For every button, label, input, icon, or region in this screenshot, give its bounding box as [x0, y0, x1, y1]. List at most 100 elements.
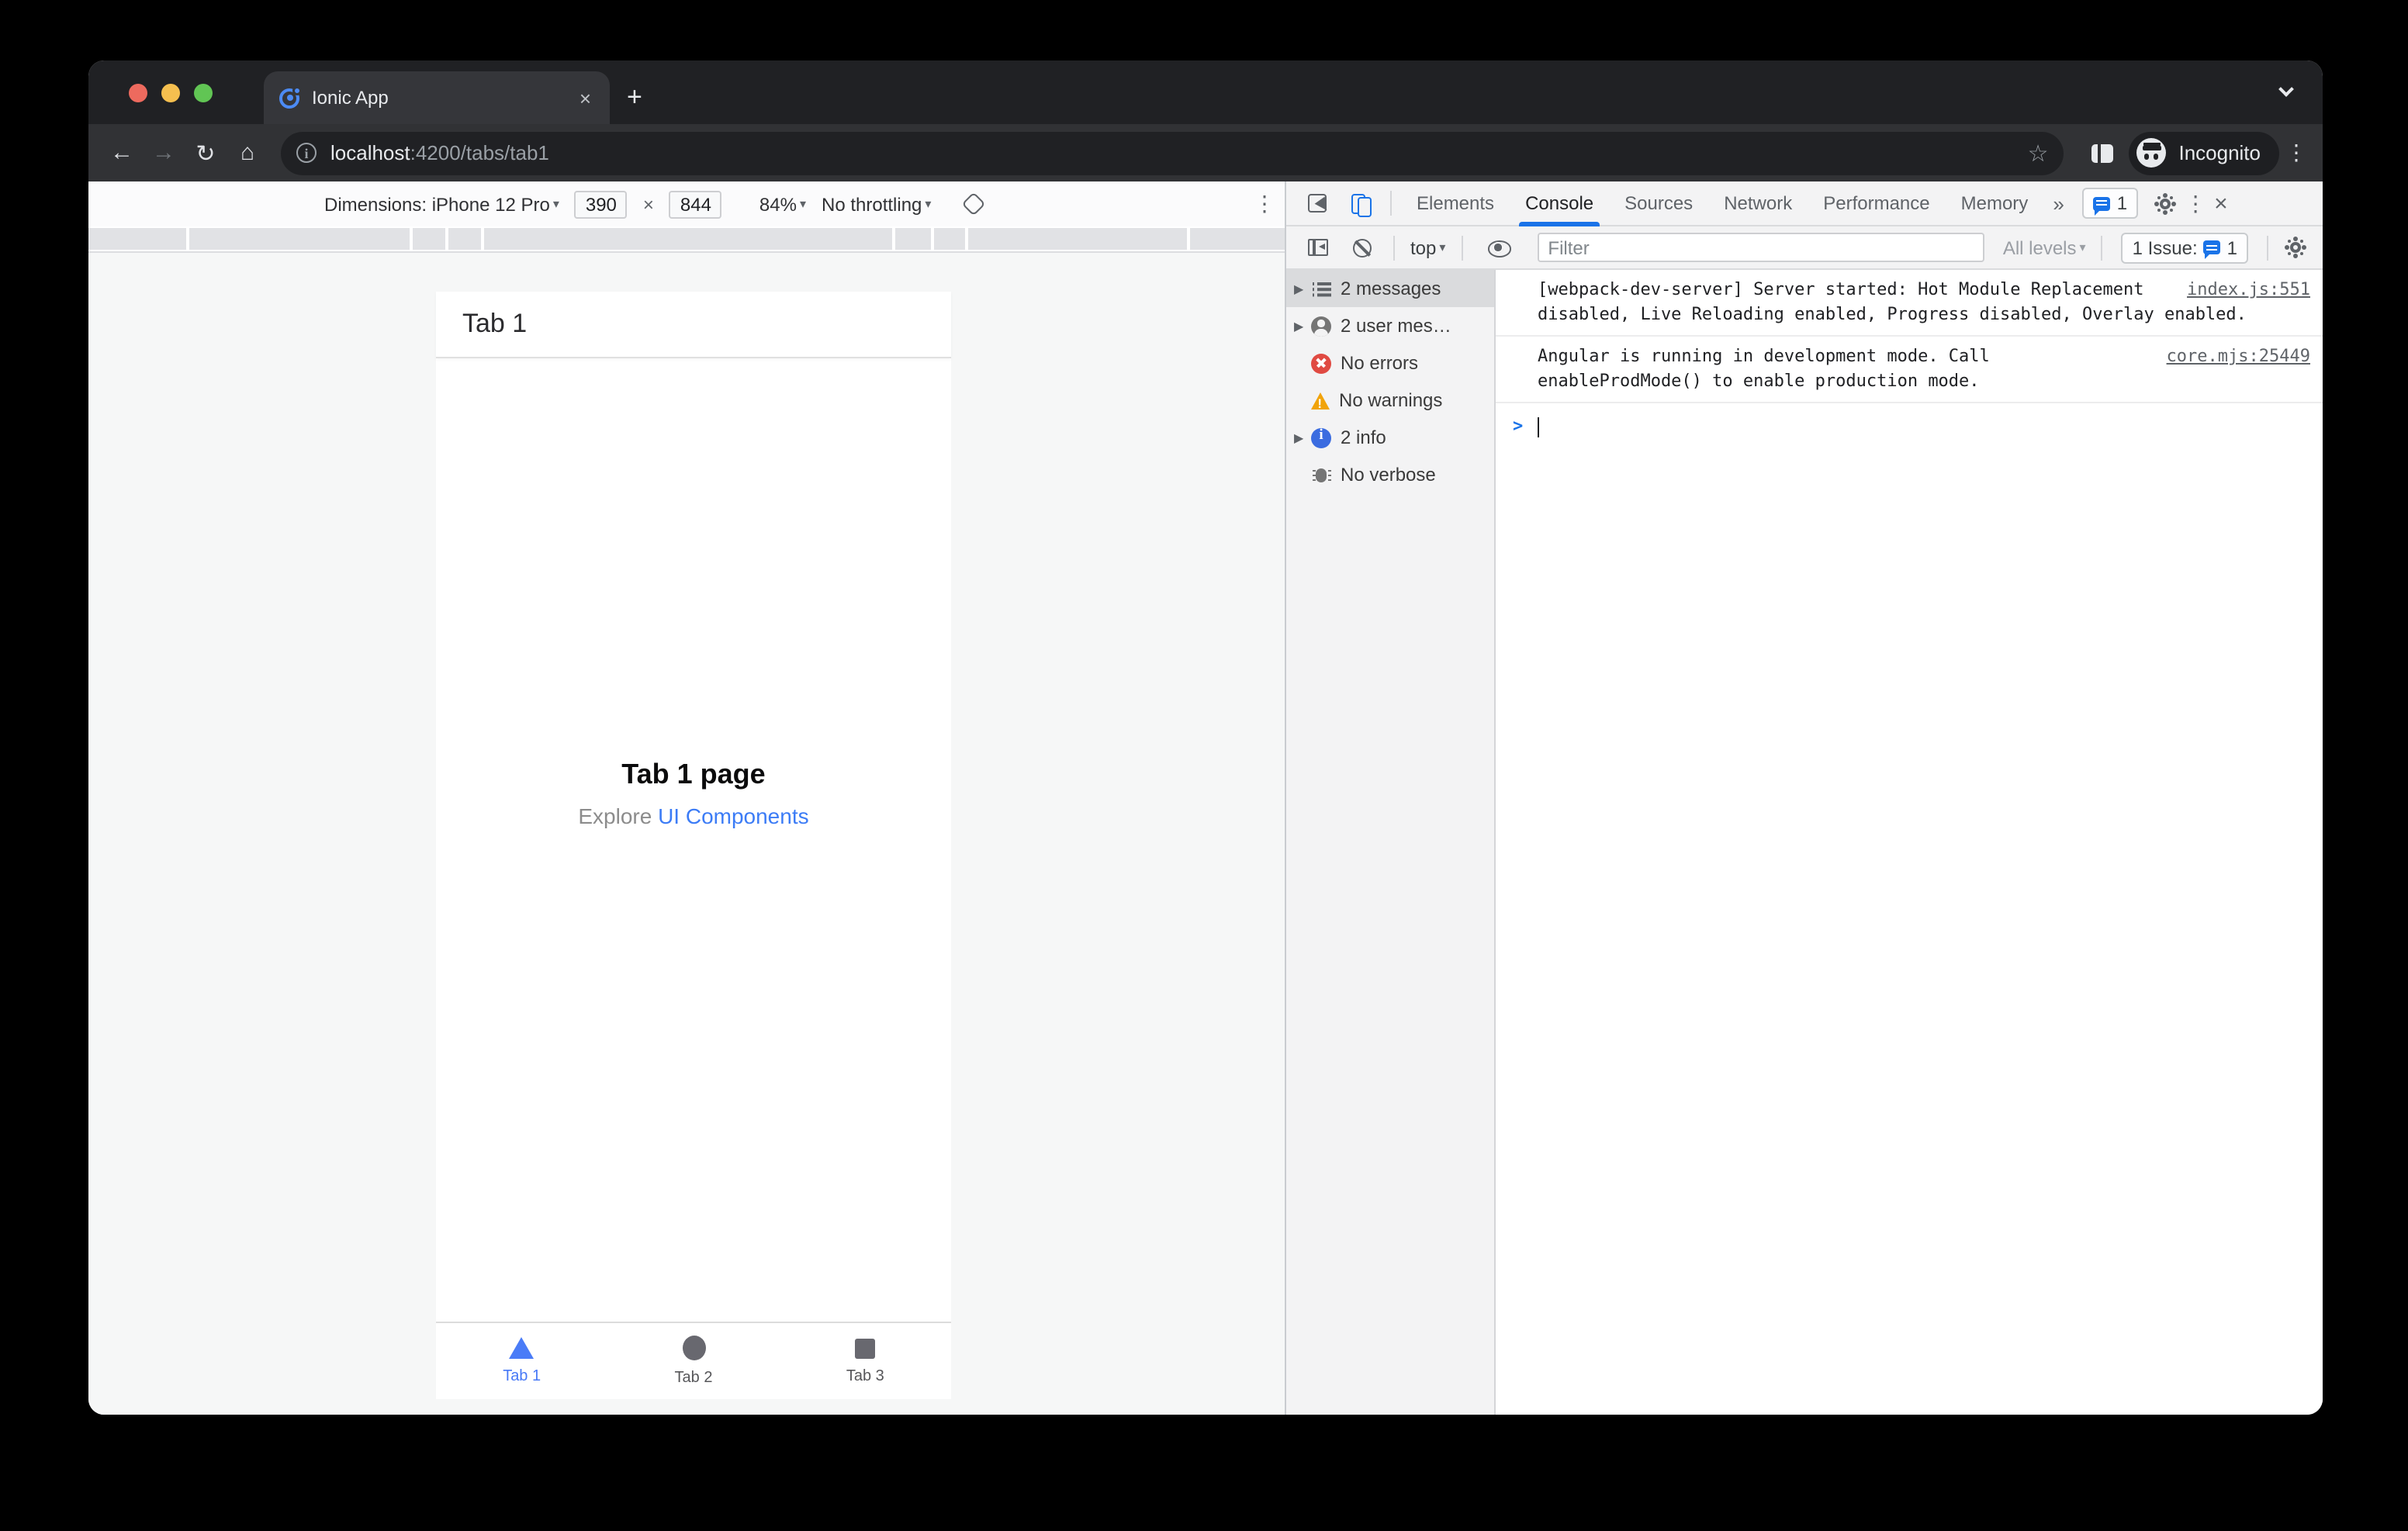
square-icon	[855, 1338, 876, 1358]
console-filter-input[interactable]	[1537, 233, 1984, 262]
ellipse-icon	[682, 1336, 705, 1360]
warning-icon	[1311, 392, 1330, 411]
console-messages: index.js:551 [webpack-dev-server] Server…	[1496, 270, 2323, 1415]
side-panel-icon[interactable]	[2091, 143, 2114, 162]
dimensions-label: Dimensions: iPhone 12 Pro	[324, 193, 550, 215]
levels-label: All levels	[2002, 237, 2077, 258]
app-tab-2[interactable]: Tab 2	[607, 1323, 779, 1399]
throttling-value: No throttling	[822, 193, 922, 215]
site-info-icon[interactable]: i	[296, 143, 317, 163]
tab-console[interactable]: Console	[1510, 181, 1609, 226]
tab-elements[interactable]: Elements	[1401, 181, 1510, 226]
device-toolbar-menu-icon[interactable]: ⋮	[1247, 191, 1282, 217]
sidebar-item-label: 2 user mes…	[1341, 315, 1451, 337]
chevron-down-icon: ▾	[552, 197, 559, 211]
devtools-menu-icon[interactable]: ⋮	[2183, 190, 2208, 216]
viewport-width-input[interactable]	[574, 190, 628, 218]
tab-network[interactable]: Network	[1708, 181, 1808, 226]
stage: Ionic App × + ← → ↻ ⌂ i localhost:4200/t…	[0, 0, 2408, 1531]
app-tab-1[interactable]: Tab 1	[436, 1323, 607, 1399]
divider	[2101, 235, 2103, 260]
tab-sources[interactable]: Sources	[1609, 181, 1708, 226]
reload-icon[interactable]: ↻	[185, 139, 227, 167]
console-settings-gear-icon[interactable]	[2290, 242, 2301, 253]
viewport-height-input[interactable]	[669, 190, 722, 218]
javascript-context-select[interactable]: top ▾	[1404, 237, 1451, 258]
sidebar-item-label: No verbose	[1341, 464, 1436, 486]
error-icon	[1311, 353, 1331, 373]
app-content: Tab 1 page Explore UI Components	[436, 358, 951, 1322]
divider	[2267, 235, 2268, 260]
chevron-down-icon: ▾	[1439, 240, 1446, 254]
issues-counter-console[interactable]: 1 Issue: 1	[2121, 232, 2248, 263]
browser-toolbar: ← → ↻ ⌂ i localhost:4200/tabs/tab1 ☆ Inc…	[88, 124, 2323, 181]
zoom-select[interactable]: 84% ▾	[759, 193, 806, 215]
clear-console-icon[interactable]	[1353, 238, 1372, 257]
maximize-window-button[interactable]	[194, 84, 213, 102]
app-tab-label: Tab 3	[846, 1367, 884, 1384]
incognito-label: Incognito	[2178, 141, 2261, 164]
new-tab-button[interactable]: +	[627, 82, 642, 113]
forward-icon: →	[152, 140, 175, 166]
issues-counter[interactable]: 1	[2082, 188, 2139, 219]
browser-menu-icon[interactable]: ⋮	[2279, 140, 2313, 166]
console-prompt[interactable]: >	[1496, 403, 2323, 450]
text-cursor	[1537, 416, 1539, 437]
page-pane: Dimensions: iPhone 12 Pro ▾ × 84% ▾ No t…	[88, 181, 1285, 1415]
divider	[1461, 235, 1463, 260]
browser-tab[interactable]: Ionic App ×	[264, 71, 610, 124]
media-query-bar[interactable]	[88, 226, 1285, 253]
home-icon[interactable]: ⌂	[227, 140, 268, 166]
address-bar[interactable]: i localhost:4200/tabs/tab1 ☆	[281, 131, 2064, 175]
context-label: top	[1410, 237, 1437, 258]
expand-arrow-icon[interactable]: ▶	[1294, 430, 1311, 444]
close-tab-icon[interactable]: ×	[576, 88, 594, 108]
expand-arrow-icon[interactable]: ▶	[1294, 282, 1311, 295]
console-sidebar: ▶ 2 messages ▶ 2 user mes… No errors ! N…	[1286, 270, 1496, 1415]
incognito-icon	[2136, 138, 2167, 168]
more-tabs-icon[interactable]: »	[2043, 192, 2073, 215]
log-levels-select[interactable]: All levels ▾	[1997, 237, 2092, 258]
console-body: ▶ 2 messages ▶ 2 user mes… No errors ! N…	[1286, 270, 2323, 1415]
ui-components-link[interactable]: UI Components	[658, 804, 809, 828]
tab-search-chevron-icon[interactable]	[2278, 81, 2294, 97]
back-icon[interactable]: ←	[101, 140, 143, 166]
settings-gear-icon[interactable]	[2160, 198, 2171, 209]
tab-performance[interactable]: Performance	[1808, 181, 1945, 226]
device-toolbar-toggle-icon[interactable]	[1351, 193, 1371, 217]
rotate-viewport-icon[interactable]	[961, 192, 986, 216]
source-link[interactable]: index.js:551	[2187, 278, 2310, 302]
source-link[interactable]: core.mjs:25449	[2167, 344, 2310, 369]
expand-arrow-icon[interactable]: ▶	[1294, 319, 1311, 333]
bookmark-star-icon[interactable]: ☆	[2028, 139, 2049, 167]
list-icon	[1311, 278, 1331, 299]
app-tab-3[interactable]: Tab 3	[780, 1323, 951, 1399]
close-window-button[interactable]	[129, 84, 147, 102]
tab-memory[interactable]: Memory	[1946, 181, 2044, 226]
minimize-window-button[interactable]	[161, 84, 180, 102]
sidebar-item-info[interactable]: ▶ 2 info	[1286, 419, 1494, 456]
device-toolbar: Dimensions: iPhone 12 Pro ▾ × 84% ▾ No t…	[88, 181, 1285, 226]
console-sidebar-toggle-icon[interactable]	[1308, 239, 1328, 256]
sidebar-item-warnings[interactable]: No warnings	[1286, 382, 1494, 419]
divider	[1393, 235, 1395, 260]
device-dimensions-select[interactable]: Dimensions: iPhone 12 Pro ▾	[324, 193, 559, 215]
inspect-element-icon[interactable]	[1308, 194, 1327, 213]
sidebar-item-user-messages[interactable]: ▶ 2 user mes…	[1286, 307, 1494, 344]
app-tab-bar: Tab 1 Tab 2 Tab 3	[436, 1322, 951, 1399]
tab-title: Ionic App	[312, 87, 389, 109]
url-host: localhost	[330, 141, 410, 164]
sidebar-item-all-messages[interactable]: ▶ 2 messages	[1286, 270, 1494, 307]
user-icon	[1311, 316, 1331, 336]
bug-icon	[1311, 465, 1331, 485]
issue-count: 1	[2226, 237, 2237, 258]
devtools-tab-bar: Elements Console Sources Network Perform…	[1286, 181, 2323, 226]
url-text: localhost:4200/tabs/tab1	[330, 141, 2015, 164]
sidebar-item-verbose[interactable]: No verbose	[1286, 456, 1494, 493]
close-devtools-icon[interactable]: ×	[2208, 190, 2240, 216]
console-message-text: [webpack-dev-server] Server started: Hot…	[1538, 279, 2247, 324]
throttling-select[interactable]: No throttling ▾	[822, 193, 931, 215]
sidebar-item-errors[interactable]: No errors	[1286, 344, 1494, 382]
live-expression-eye-icon[interactable]	[1487, 237, 1511, 258]
issues-bubble-icon	[2093, 196, 2111, 215]
